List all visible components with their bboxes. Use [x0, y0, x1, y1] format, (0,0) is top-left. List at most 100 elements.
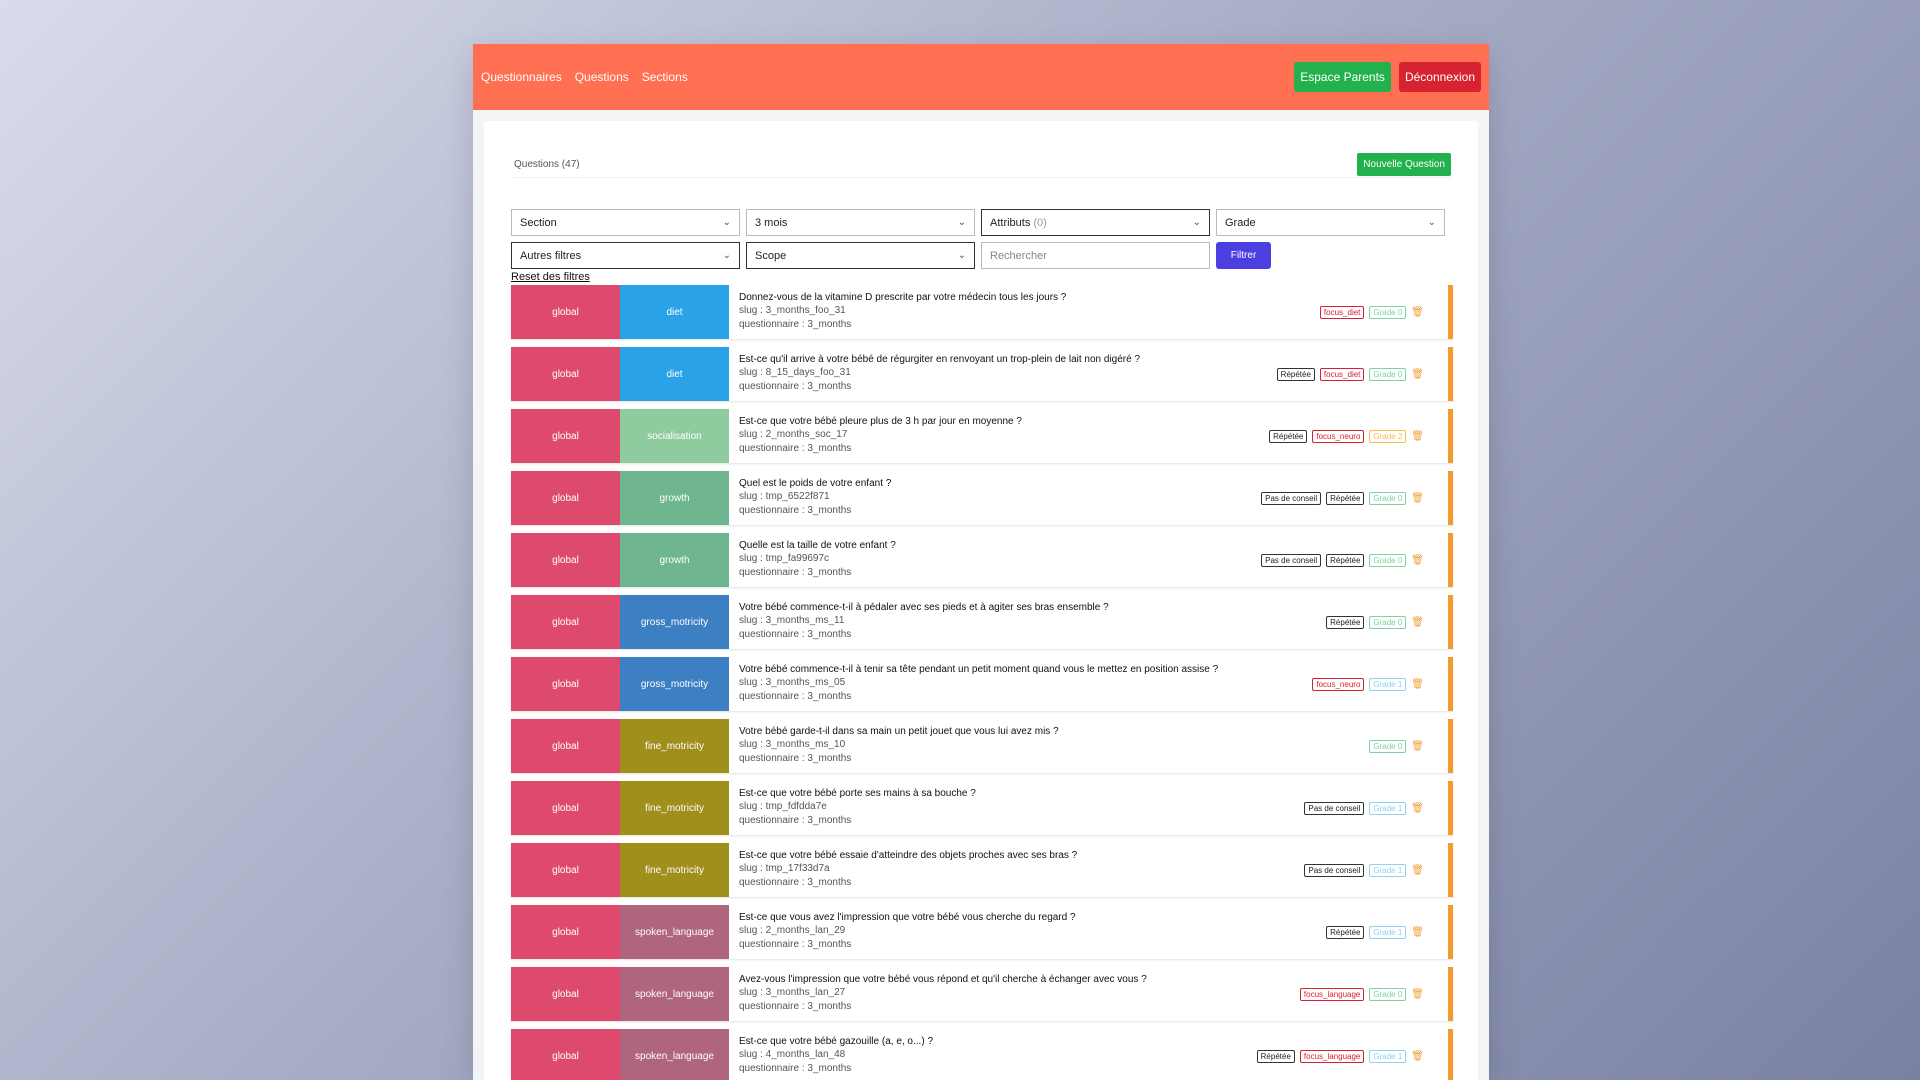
question-row[interactable]: global diet Donnez-vous de la vitamine D p… — [511, 285, 1453, 339]
trash-icon[interactable]: 🗑 — [1411, 431, 1424, 442]
question-questionnaire: questionnaire : 3_months — [739, 381, 852, 392]
tag-badge: focus_language — [1299, 987, 1365, 1001]
other-filters-select[interactable]: Autres filtres ⌄ — [511, 242, 740, 269]
section-badge: diet — [620, 285, 729, 339]
question-questionnaire: questionnaire : 3_months — [739, 1063, 852, 1074]
nav-link-sections[interactable]: Sections — [642, 70, 688, 84]
scope-badge: global — [511, 1029, 620, 1080]
question-questionnaire: questionnaire : 3_months — [739, 877, 852, 888]
chevron-down-icon: ⌄ — [1192, 217, 1201, 228]
age-select-label: 3 mois — [755, 216, 788, 229]
tag-badge: Répétée — [1256, 1049, 1295, 1063]
attributes-select[interactable]: Attributs (0) ⌄ — [981, 209, 1210, 236]
scope-badge: global — [511, 285, 620, 339]
tag-badge: Répétée — [1326, 925, 1365, 939]
scope-select[interactable]: Scope ⌄ — [746, 242, 975, 269]
question-row[interactable]: global spoken_language Est-ce que vous ave… — [511, 905, 1453, 959]
search-input[interactable] — [981, 242, 1210, 269]
tag-list: Répétée focus_neuro Grade 2 🗑 — [1269, 409, 1448, 463]
question-row[interactable]: global spoken_language Avez-vous l'impress… — [511, 967, 1453, 1021]
question-slug: slug : 8_15_days_foo_31 — [739, 367, 851, 378]
tag-badge: Grade 0 — [1369, 615, 1407, 629]
question-body: Votre bébé commence-t-il à tenir sa tête… — [729, 657, 1312, 711]
question-body: Votre bébé commence-t-il à pédaler avec … — [729, 595, 1326, 649]
question-body: Est-ce que votre bébé gazouille (a, e, o… — [729, 1029, 1257, 1080]
tag-badge: Grade 1 — [1369, 863, 1407, 877]
section-badge: socialisation — [620, 409, 729, 463]
question-title: Votre bébé commence-t-il à tenir sa tête… — [739, 664, 1219, 675]
tag-list: Pas de conseil Grade 1 🗑 — [1304, 843, 1448, 897]
trash-icon[interactable]: 🗑 — [1411, 741, 1424, 752]
question-row[interactable]: global gross_motricity Votre bébé commence… — [511, 657, 1453, 711]
section-badge: diet — [620, 347, 729, 401]
section-badge: growth — [620, 471, 729, 525]
logout-button[interactable]: Déconnexion — [1398, 62, 1481, 92]
tag-list: Répétée Grade 1 🗑 — [1326, 905, 1448, 959]
question-row[interactable]: global fine_motricity Est-ce que votre béb… — [511, 781, 1453, 835]
grade-select-label: Grade — [1225, 216, 1256, 229]
question-questionnaire: questionnaire : 3_months — [739, 319, 852, 330]
question-row[interactable]: global fine_motricity Est-ce que votre béb… — [511, 843, 1453, 897]
nav-actions: Espace Parents Déconnexion — [1294, 62, 1481, 92]
question-row[interactable]: global diet Est-ce qu'il arrive à votre bé… — [511, 347, 1453, 401]
trash-icon[interactable]: 🗑 — [1411, 493, 1424, 504]
new-question-button[interactable]: Nouvelle Question — [1357, 152, 1451, 176]
trash-icon[interactable]: 🗑 — [1411, 369, 1424, 380]
tag-badge: focus_diet — [1319, 305, 1365, 319]
question-questionnaire: questionnaire : 3_months — [739, 443, 852, 454]
parents-space-button[interactable]: Espace Parents — [1294, 62, 1391, 92]
question-slug: slug : 3_months_ms_05 — [739, 677, 846, 688]
chevron-down-icon: ⌄ — [722, 250, 731, 261]
question-questionnaire: questionnaire : 3_months — [739, 629, 852, 640]
question-body: Donnez-vous de la vitamine D prescrite p… — [729, 285, 1320, 339]
navbar: Questionnaires Questions Sections Espace… — [473, 44, 1489, 110]
age-select[interactable]: 3 mois ⌄ — [746, 209, 975, 236]
trash-icon[interactable]: 🗑 — [1411, 927, 1424, 938]
trash-icon[interactable]: 🗑 — [1411, 555, 1424, 566]
question-body: Est-ce que votre bébé pleure plus de 3 h… — [729, 409, 1269, 463]
grade-select[interactable]: Grade ⌄ — [1216, 209, 1445, 236]
question-questionnaire: questionnaire : 3_months — [739, 1001, 852, 1012]
trash-icon[interactable]: 🗑 — [1411, 989, 1424, 1000]
question-questionnaire: questionnaire : 3_months — [739, 939, 852, 950]
scope-badge: global — [511, 471, 620, 525]
question-title: Votre bébé garde-t-il dans sa main un pe… — [739, 726, 1059, 737]
filter-button[interactable]: Filtrer — [1216, 242, 1271, 269]
question-slug: slug : 3_months_ms_10 — [739, 739, 846, 750]
questions-card: Questions (47) Nouvelle Question Section… — [484, 121, 1478, 1080]
tag-badge: Grade 2 — [1369, 429, 1407, 443]
question-slug: slug : tmp_fa99697c — [739, 553, 830, 564]
question-row[interactable]: global socialisation Est-ce que votre bébé… — [511, 409, 1453, 463]
scope-badge: global — [511, 409, 620, 463]
question-body: Est-ce qu'il arrive à votre bébé de régu… — [729, 347, 1277, 401]
trash-icon[interactable]: 🗑 — [1411, 865, 1424, 876]
question-row[interactable]: global gross_motricity Votre bébé commence… — [511, 595, 1453, 649]
question-questionnaire: questionnaire : 3_months — [739, 567, 852, 578]
tag-list: Grade 0 🗑 — [1369, 719, 1448, 773]
reset-filters-link[interactable]: Reset des filtres — [511, 271, 590, 283]
trash-icon[interactable]: 🗑 — [1411, 803, 1424, 814]
question-slug: slug : 2_months_soc_17 — [739, 429, 848, 440]
tag-badge: focus_neuro — [1312, 677, 1365, 691]
question-slug: slug : tmp_fdfdda7e — [739, 801, 827, 812]
question-row[interactable]: global spoken_language Est-ce que votre bé… — [511, 1029, 1453, 1080]
trash-icon[interactable]: 🗑 — [1411, 307, 1424, 318]
trash-icon[interactable]: 🗑 — [1411, 679, 1424, 690]
question-body: Est-ce que votre bébé porte ses mains à … — [729, 781, 1304, 835]
trash-icon[interactable]: 🗑 — [1411, 1051, 1424, 1062]
filter-row-1: Section ⌄ 3 mois ⌄ Attributs (0) ⌄ Grade … — [511, 209, 1453, 236]
section-select[interactable]: Section ⌄ — [511, 209, 740, 236]
question-body: Quelle est la taille de votre enfant ? sl… — [729, 533, 1261, 587]
tag-badge: Grade 1 — [1369, 677, 1407, 691]
question-row[interactable]: global fine_motricity Votre bébé garde-t-i… — [511, 719, 1453, 773]
nav-link-questions[interactable]: Questions — [575, 70, 629, 84]
tag-badge: focus_language — [1299, 1049, 1365, 1063]
tag-badge: Répétée — [1269, 429, 1308, 443]
questions-count: Questions (47) — [514, 158, 580, 170]
trash-icon[interactable]: 🗑 — [1411, 617, 1424, 628]
chevron-down-icon: ⌄ — [722, 217, 731, 228]
question-row[interactable]: global growth Quelle est la taille de votr… — [511, 533, 1453, 587]
attributes-select-label: Attributs (0) — [990, 217, 1047, 229]
question-row[interactable]: global growth Quel est le poids de votre e… — [511, 471, 1453, 525]
nav-link-questionnaires[interactable]: Questionnaires — [481, 70, 562, 84]
